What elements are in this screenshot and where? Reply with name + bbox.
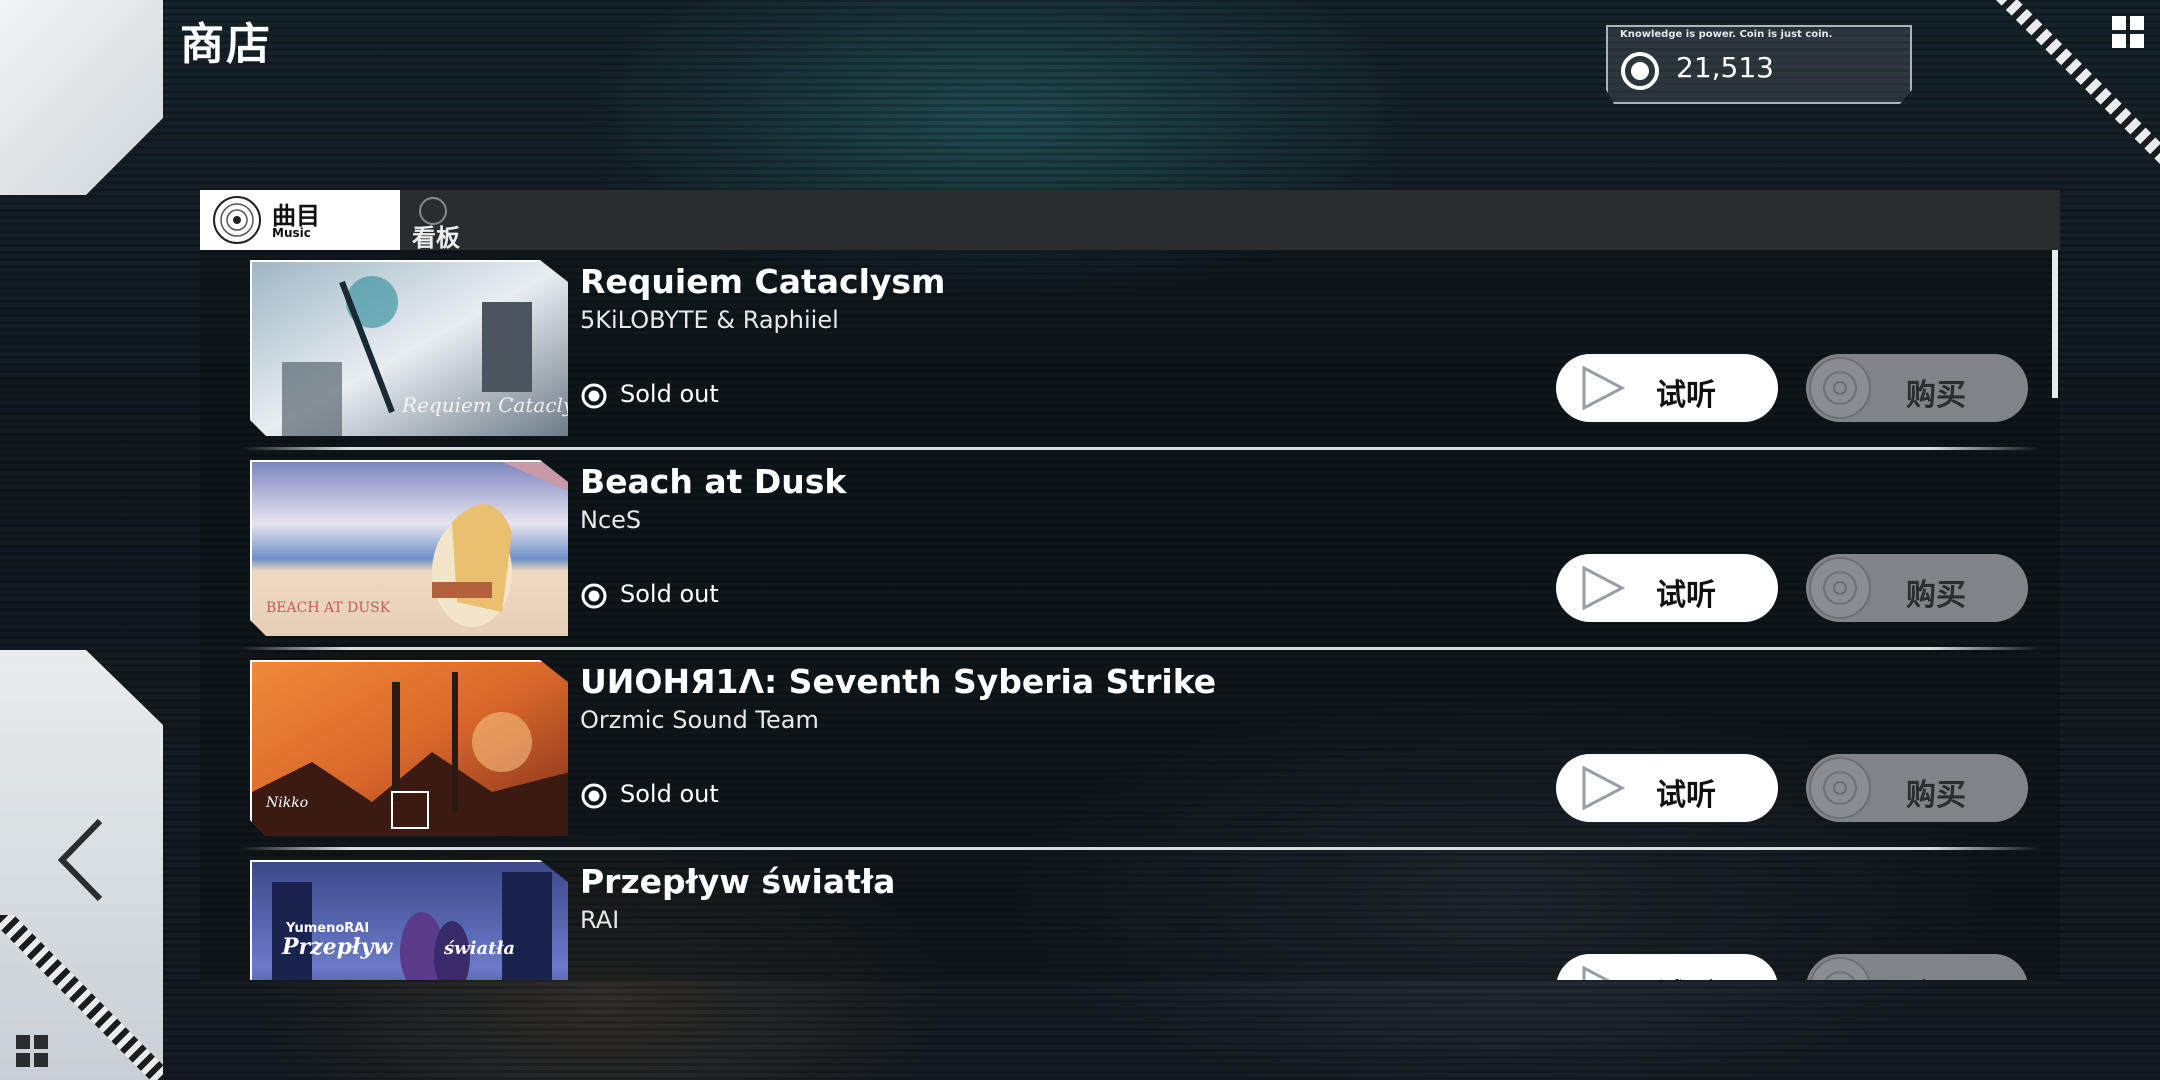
listen-label: 试听 xyxy=(1656,778,1716,813)
cover-text: Nikko xyxy=(265,795,308,811)
play-icon xyxy=(1582,565,1626,611)
buy-label: 购买 xyxy=(1906,970,1966,980)
song-artist: Orzmic Sound Team xyxy=(580,706,819,734)
cover-text: Requiem Cataclysm xyxy=(401,393,570,417)
buy-button[interactable]: 购买 xyxy=(1806,554,2028,622)
buy-label: 购买 xyxy=(1906,778,1966,813)
listen-label: 试听 xyxy=(1656,970,1716,980)
song-row[interactable]: YumenoRAI Przepływ światła Przepływ świa… xyxy=(200,850,2060,980)
coin-value: 21,513 xyxy=(1676,51,1774,84)
coin-icon xyxy=(1621,52,1659,90)
sold-status-label: Sold out xyxy=(620,780,719,808)
disc-icon xyxy=(1809,757,1871,819)
song-row[interactable]: Nikko UИOHЯ1Λ: Seventh Syberia Strike Or… xyxy=(200,650,2060,850)
listen-label: 试听 xyxy=(1656,378,1716,413)
scrollbar[interactable] xyxy=(2052,250,2058,398)
chevron-left-icon xyxy=(57,818,103,902)
page-title: 商店 xyxy=(180,19,272,70)
disc-icon xyxy=(1810,957,1870,980)
sold-status-label: Sold out xyxy=(620,580,719,608)
song-list[interactable]: Requiem Cataclysm Requiem Cataclysm 5KiL… xyxy=(200,250,2060,980)
song-cover: Requiem Cataclysm xyxy=(250,260,570,436)
cover-text: BEACH AT DUSK xyxy=(266,600,391,616)
coin-balance: Knowledge is power. Coin is just coin. 2… xyxy=(1606,25,1912,104)
disc-icon xyxy=(1809,357,1871,419)
play-icon xyxy=(1582,765,1626,811)
coin-icon xyxy=(581,783,607,809)
song-artist: 5KiLOBYTE & Raphiiel xyxy=(580,306,839,334)
back-button[interactable] xyxy=(52,815,112,905)
song-row[interactable]: BEACH AT DUSK Beach at Dusk NceS Sold ou… xyxy=(200,450,2060,650)
coin-icon xyxy=(581,583,607,609)
cover-text: światła xyxy=(443,938,515,959)
tab-bar: 曲目 Music 看板 xyxy=(200,190,2060,252)
song-title: Przepływ światła xyxy=(580,862,896,901)
grid-icon xyxy=(2112,16,2144,48)
listen-button[interactable]: 试听 xyxy=(1556,954,1778,980)
grid-icon xyxy=(16,1035,48,1067)
song-row[interactable]: Requiem Cataclysm Requiem Cataclysm 5KiL… xyxy=(200,250,2060,450)
song-title: Beach at Dusk xyxy=(580,462,847,501)
play-icon xyxy=(1582,365,1626,411)
sold-status-label: Sold out xyxy=(620,380,719,408)
song-artist: NceS xyxy=(580,506,642,534)
menu-grid-button-top[interactable] xyxy=(2110,14,2146,50)
tab-music-sublabel: Music xyxy=(272,226,311,240)
disc-icon xyxy=(213,196,261,244)
coin-motto: Knowledge is power. Coin is just coin. xyxy=(1620,29,1833,40)
play-icon xyxy=(1582,965,1611,980)
coin-icon xyxy=(581,383,607,409)
listen-label: 试听 xyxy=(1656,578,1716,613)
menu-grid-button[interactable] xyxy=(14,1033,50,1069)
song-title: Requiem Cataclysm xyxy=(580,262,946,301)
song-cover: BEACH AT DUSK xyxy=(250,460,568,636)
buy-button[interactable]: 购买 xyxy=(1806,354,2028,422)
listen-button[interactable]: 试听 xyxy=(1556,354,1778,422)
cover-text: Przepływ xyxy=(281,934,393,960)
disc-icon xyxy=(1809,557,1871,619)
song-cover: YumenoRAI Przepływ światła xyxy=(250,860,568,980)
song-title: UИOHЯ1Λ: Seventh Syberia Strike xyxy=(580,662,1217,701)
tab-music[interactable]: 曲目 Music xyxy=(200,190,400,250)
song-cover: Nikko xyxy=(250,660,568,836)
buy-button[interactable]: 购买 xyxy=(1806,954,2028,980)
song-artist: RAI xyxy=(580,906,620,934)
buy-button[interactable]: 购买 xyxy=(1806,754,2028,822)
listen-button[interactable]: 试听 xyxy=(1556,554,1778,622)
tab-board[interactable]: 看板 xyxy=(412,190,492,252)
tab-board-label: 看板 xyxy=(412,224,460,252)
buy-label: 购买 xyxy=(1906,578,1966,613)
buy-label: 购买 xyxy=(1906,378,1966,413)
listen-button[interactable]: 试听 xyxy=(1556,754,1778,822)
